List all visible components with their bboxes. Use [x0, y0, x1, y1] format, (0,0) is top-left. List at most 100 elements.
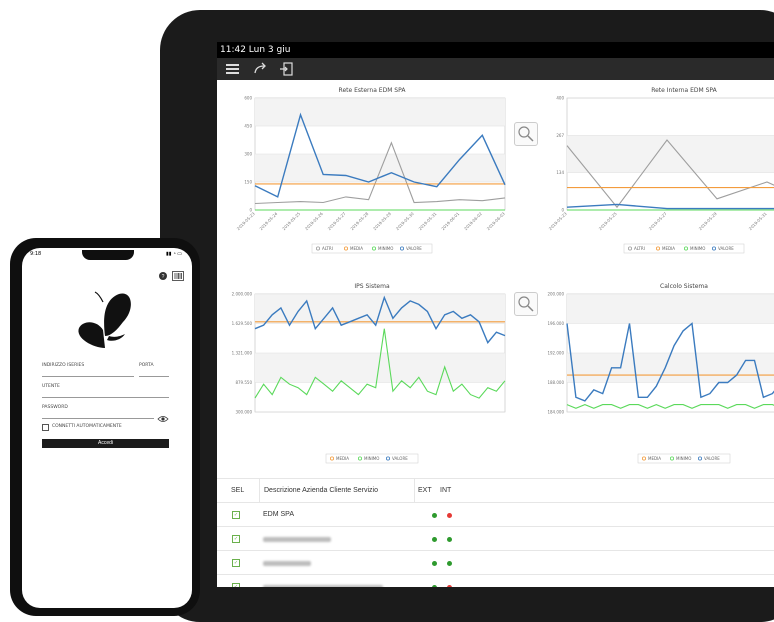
y-tick-label: 196.000 [547, 321, 564, 326]
legend-label[interactable]: ALTRI [322, 246, 333, 251]
user-field[interactable] [42, 397, 169, 398]
zoom-icon[interactable] [514, 292, 538, 316]
x-tick-label: 2019-05-24 [258, 211, 278, 231]
x-tick-label: 2019-05-28 [349, 211, 369, 231]
legend-label[interactable]: MEDIA [336, 456, 349, 461]
y-tick-label: 2.000.000 [232, 292, 253, 297]
auto-connect-label: CONNETTI AUTOMATICAMENTE [52, 424, 122, 429]
zoom-icon[interactable] [514, 122, 538, 146]
col-int: INT [440, 487, 452, 494]
legend-label[interactable]: VALORE [406, 246, 422, 251]
chart-title: Rete Esterna EDM SPA [339, 87, 407, 94]
share-arrow-icon[interactable] [253, 60, 269, 78]
blurred-name [263, 537, 331, 542]
ext-status-dot [432, 513, 437, 518]
ext-status-dot [432, 585, 437, 587]
col-descrizione: Descrizione Azienda Cliente Servizio [259, 479, 378, 503]
password-field[interactable] [42, 418, 154, 419]
x-tick-label: 2019-05-23 [548, 211, 568, 231]
legend-label[interactable]: MEDIA [662, 246, 675, 251]
table-row[interactable]: ✓ [217, 526, 774, 551]
table-header: SEL Descrizione Azienda Cliente Servizio… [217, 478, 774, 503]
legend-label[interactable]: VALORE [392, 456, 408, 461]
legend-label[interactable]: MINIMO [378, 246, 393, 251]
legend-label[interactable]: MEDIA [350, 246, 363, 251]
table-row[interactable]: ✓ EDM SPA [217, 502, 774, 527]
tablet-screen: 11:42 Lun 3 giu Rete Esterna EDM SPA 0 15… [217, 42, 774, 587]
y-tick-label: 400 [556, 96, 564, 101]
legend-label[interactable]: ALTRI [634, 246, 645, 251]
legend-label[interactable]: MINIMO [676, 456, 691, 461]
chart-title: Calcolo Sistema [660, 283, 708, 290]
x-tick-label: 2019-05-27 [648, 211, 668, 231]
status-time-date: 11:42 Lun 3 giu [220, 45, 291, 55]
int-status-dot [447, 537, 452, 542]
legend-label[interactable]: VALORE [704, 456, 720, 461]
table-row[interactable]: ✓ [217, 574, 774, 587]
ext-status-dot [432, 537, 437, 542]
server-address-field[interactable] [42, 376, 134, 377]
select-checkbox[interactable]: ✓ [232, 583, 240, 587]
grid-band [567, 353, 774, 383]
x-tick-label: 2019-05-23 [236, 211, 256, 231]
table-row[interactable]: ✓ [217, 550, 774, 575]
y-tick-label: 184.000 [547, 410, 564, 415]
select-checkbox[interactable]: ✓ [232, 559, 240, 567]
legend-label[interactable]: MINIMO [690, 246, 705, 251]
legend-label[interactable]: MINIMO [364, 456, 379, 461]
x-tick-label: 2019-05-25 [598, 211, 618, 231]
x-tick-label: 2019-06-03 [486, 211, 506, 231]
port-field[interactable] [139, 376, 169, 377]
hamburger-icon[interactable] [225, 60, 241, 78]
x-tick-label: 2019-05-29 [372, 211, 392, 231]
y-tick-label: 879.550 [235, 380, 252, 385]
barcode-icon[interactable] [172, 268, 184, 286]
legend-label[interactable]: VALORE [718, 246, 734, 251]
auto-connect-checkbox[interactable] [42, 424, 49, 431]
dashboard: Rete Esterna EDM SPA 0 150 300 450 600 2019-0… [217, 80, 774, 510]
eye-icon[interactable] [157, 410, 169, 428]
status-bar: 11:42 Lun 3 giu [217, 42, 774, 58]
y-tick-label: 150 [244, 180, 252, 185]
y-tick-label: 188.000 [547, 380, 564, 385]
chart-title: Rete Interna EDM SPA [651, 87, 717, 94]
exit-door-icon[interactable] [279, 60, 295, 78]
password-label: PASSWORD [42, 405, 68, 410]
chart-rete-interna: Rete Interna EDM SPA 01342674002019-05-2… [548, 87, 774, 254]
grid-band [567, 294, 774, 324]
y-tick-label: 1.321.000 [232, 351, 253, 356]
select-checkbox[interactable]: ✓ [232, 535, 240, 543]
y-tick-label: 300.000 [235, 410, 252, 415]
x-tick-label: 2019-06-01 [440, 211, 460, 231]
col-sel: SEL [231, 487, 245, 494]
phone-notch [82, 250, 134, 260]
int-status-dot [447, 561, 452, 566]
int-status-dot [447, 513, 452, 518]
chart-ips-sistema: IPS Sistema 300.000 879.550 1.321.000 1.629… [232, 283, 506, 464]
y-tick-label: 600 [244, 96, 252, 101]
y-tick-label: 200.000 [547, 292, 564, 297]
app-toolbar [217, 58, 774, 80]
x-tick-label: 2019-05-29 [698, 211, 718, 231]
col-ext: EXT [414, 479, 432, 503]
y-tick-label: 300 [244, 152, 252, 157]
x-tick-label: 2019-05-30 [395, 211, 415, 231]
legend-label[interactable]: MEDIA [648, 456, 661, 461]
server-address-label: INDIRIZZO ISERIES [42, 363, 85, 368]
grid-band [567, 135, 774, 173]
signal-battery-icon: ▮▮ ◔ ▭ [165, 251, 182, 257]
port-label: PORTA [139, 363, 154, 368]
login-button[interactable]: Accedi [42, 439, 169, 448]
help-globe-icon[interactable]: ? [158, 268, 168, 286]
y-tick-label: 134 [556, 170, 564, 175]
y-tick-label: 192.000 [547, 351, 564, 356]
grid-band [255, 98, 505, 126]
x-tick-label: 2019-05-31 [418, 211, 438, 231]
x-tick-label: 2019-05-26 [304, 211, 324, 231]
blurred-name [263, 561, 311, 566]
x-tick-label: 2019-05-27 [327, 211, 347, 231]
y-tick-label: 267 [556, 133, 564, 138]
y-tick-label: 450 [244, 124, 252, 129]
y-tick-label: 1.629.500 [232, 321, 253, 326]
select-checkbox[interactable]: ✓ [232, 511, 240, 519]
